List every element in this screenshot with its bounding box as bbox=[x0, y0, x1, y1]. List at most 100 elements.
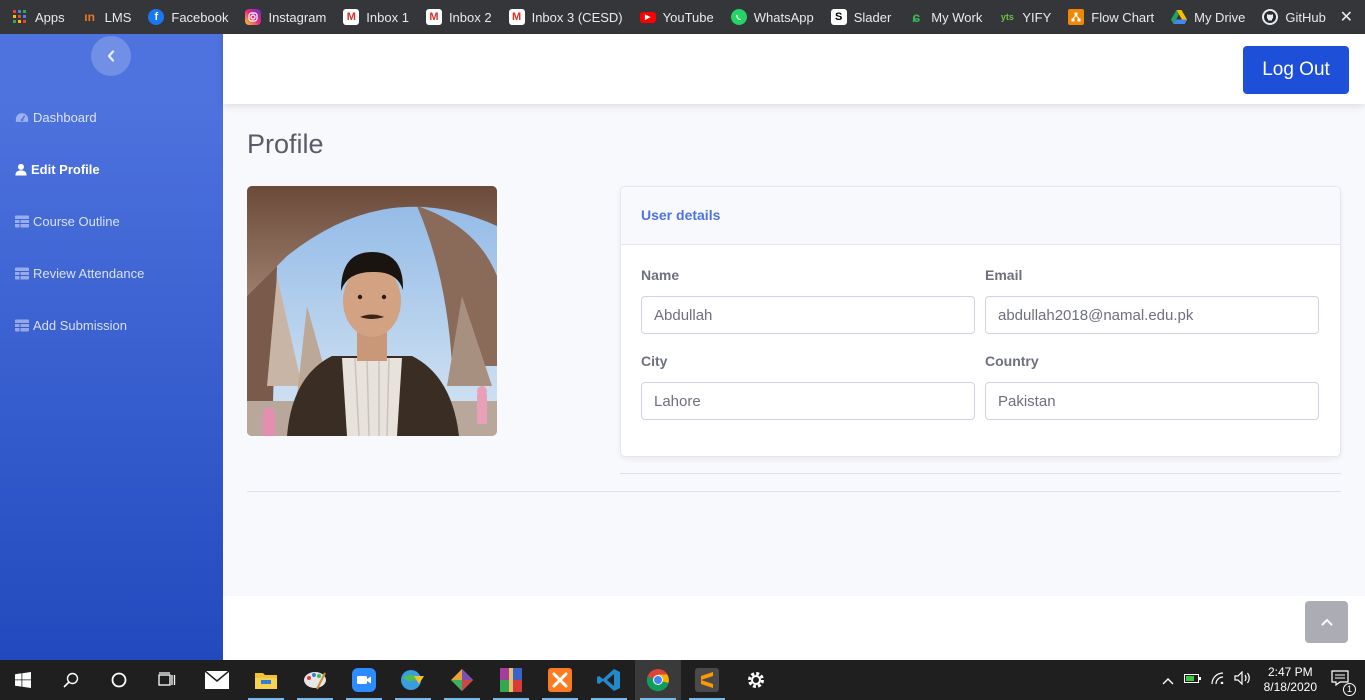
notification-count-badge: 1 bbox=[1343, 682, 1356, 696]
taskbar-winrar[interactable] bbox=[488, 660, 534, 700]
log-out-button[interactable]: Log Out bbox=[1243, 46, 1349, 94]
main-content: Profile User details Name Abdullah Email… bbox=[223, 104, 1365, 596]
gmail-icon: M bbox=[508, 9, 525, 25]
yify-icon: yts bbox=[1000, 12, 1014, 22]
sidebar-item-label: Add Submission bbox=[33, 318, 127, 333]
vscode-icon bbox=[597, 669, 620, 691]
bookmark-label: My Work bbox=[931, 9, 983, 25]
tachometer-icon bbox=[15, 113, 29, 122]
sidebar: Dashboard Edit Profile Course Outline Re… bbox=[0, 34, 223, 660]
email-field[interactable] bbox=[985, 296, 1319, 334]
taskbar-zoom[interactable] bbox=[341, 660, 387, 700]
card-title: User details bbox=[621, 187, 1340, 245]
sidebar-item-dashboard[interactable]: Dashboard bbox=[15, 110, 97, 125]
bookmark-label: Inbox 1 bbox=[366, 9, 409, 25]
profile-photo bbox=[247, 186, 497, 436]
system-tray: 2:47 PM 8/18/2020 1 bbox=[1162, 660, 1365, 700]
search-icon bbox=[63, 672, 79, 688]
sidebar-item-review-attendance[interactable]: Review Attendance bbox=[15, 266, 144, 281]
taskbar-xampp[interactable] bbox=[537, 660, 583, 700]
bookmark-instagram[interactable]: Instagram bbox=[245, 9, 326, 25]
bookmark-label: Inbox 2 bbox=[448, 9, 492, 25]
bookmark-facebook[interactable]: f Facebook bbox=[148, 9, 228, 25]
apps-grid-icon bbox=[12, 9, 28, 25]
idm-globe-icon bbox=[401, 670, 424, 690]
taskbar-git[interactable] bbox=[439, 660, 485, 700]
scroll-to-top-button[interactable] bbox=[1305, 601, 1348, 643]
clock-time: 2:47 PM bbox=[1267, 665, 1313, 679]
gmail-icon: M bbox=[343, 9, 360, 25]
taskbar-vscode[interactable] bbox=[586, 660, 632, 700]
gear-icon bbox=[748, 672, 764, 688]
volume-icon[interactable] bbox=[1234, 670, 1252, 690]
battery-icon[interactable] bbox=[1183, 671, 1202, 689]
cortana-button[interactable] bbox=[96, 660, 142, 700]
bookmark-my-work[interactable]: ɕ My Work bbox=[908, 9, 982, 25]
email-label: Email bbox=[985, 267, 1023, 283]
bookmark-inbox-3[interactable]: M Inbox 3 (CESD) bbox=[508, 9, 623, 25]
table-icon bbox=[15, 267, 29, 280]
windows-logo-icon bbox=[15, 672, 31, 688]
bookmark-label: WhatsApp bbox=[753, 9, 814, 25]
taskbar-paint[interactable] bbox=[292, 660, 338, 700]
bookmark-inbox-1[interactable]: M Inbox 1 bbox=[343, 9, 409, 25]
whatsapp-icon bbox=[730, 9, 747, 25]
sidebar-item-course-outline[interactable]: Course Outline bbox=[15, 214, 120, 229]
bookmark-flow-chart[interactable]: Flow Chart bbox=[1068, 9, 1154, 25]
user-details-card: User details Name Email City Country bbox=[620, 186, 1341, 457]
cortana-icon bbox=[111, 672, 127, 688]
user-icon bbox=[15, 163, 27, 176]
bookmark-my-drive[interactable]: My Drive bbox=[1171, 9, 1245, 25]
bookmark-yify[interactable]: yts YIFY bbox=[999, 9, 1051, 25]
xampp-icon bbox=[548, 668, 572, 692]
task-view-icon bbox=[158, 672, 176, 686]
system-clock[interactable]: 2:47 PM 8/18/2020 bbox=[1264, 665, 1317, 695]
city-field[interactable] bbox=[641, 382, 975, 420]
notification-center-button[interactable]: 1 bbox=[1331, 669, 1356, 696]
bookmark-inbox-2[interactable]: M Inbox 2 bbox=[425, 9, 492, 25]
bookmark-github[interactable]: GitHub bbox=[1262, 9, 1326, 25]
bookmark-label: Slader bbox=[853, 9, 892, 25]
taskbar-sublime-text[interactable] bbox=[684, 660, 730, 700]
taskbar-internet-download-manager[interactable] bbox=[390, 660, 436, 700]
chrome-icon bbox=[646, 669, 669, 692]
bookmark-whatsapp[interactable]: WhatsApp bbox=[730, 9, 814, 25]
bookmark-slader[interactable]: S Slader bbox=[830, 9, 892, 25]
search-button[interactable] bbox=[48, 660, 94, 700]
taskbar-file-explorer[interactable] bbox=[243, 660, 289, 700]
sublime-text-icon bbox=[695, 668, 719, 692]
taskbar-settings[interactable] bbox=[733, 660, 779, 700]
chevron-up-icon bbox=[1321, 618, 1332, 626]
mywork-icon: ɕ bbox=[912, 9, 921, 25]
bookmark-lms[interactable]: ın LMS bbox=[82, 9, 132, 25]
sidebar-item-add-submission[interactable]: Add Submission bbox=[15, 318, 127, 333]
bookmark-label: GitHub bbox=[1285, 9, 1326, 25]
country-field[interactable] bbox=[985, 382, 1319, 420]
wifi-icon[interactable] bbox=[1211, 671, 1227, 689]
flowchart-icon bbox=[1068, 9, 1085, 25]
name-field[interactable] bbox=[641, 296, 975, 334]
bookmark-label: LMS bbox=[104, 9, 132, 25]
instagram-icon bbox=[245, 9, 262, 25]
paint-palette-icon bbox=[304, 672, 326, 690]
start-button[interactable] bbox=[0, 660, 46, 700]
chevron-up-icon[interactable] bbox=[1162, 673, 1174, 688]
lms-icon: ın bbox=[84, 10, 95, 24]
sidebar-toggle-button[interactable] bbox=[91, 36, 131, 76]
bookmark-apps[interactable]: Apps bbox=[12, 9, 65, 25]
bookmark-label: Flow Chart bbox=[1091, 9, 1155, 25]
divider bbox=[620, 473, 1341, 474]
taskbar-chrome[interactable] bbox=[635, 660, 681, 700]
bookmarks-bar: Apps ın LMS f Facebook Instagram M Inbox… bbox=[0, 0, 1365, 34]
more-bookmarks-icon[interactable]: ✕ bbox=[1340, 7, 1353, 27]
bookmark-label: Facebook bbox=[171, 9, 229, 25]
windows-taskbar: 2:47 PM 8/18/2020 1 bbox=[0, 660, 1365, 700]
bookmark-youtube[interactable]: ▶ YouTube bbox=[639, 10, 714, 25]
sidebar-item-label: Dashboard bbox=[33, 110, 97, 125]
name-label: Name bbox=[641, 267, 680, 283]
chevron-left-icon bbox=[107, 50, 115, 62]
task-view-button[interactable] bbox=[144, 660, 190, 700]
sidebar-item-edit-profile[interactable]: Edit Profile bbox=[15, 162, 100, 177]
taskbar-mail[interactable] bbox=[194, 660, 240, 700]
page-title: Profile bbox=[247, 129, 324, 159]
